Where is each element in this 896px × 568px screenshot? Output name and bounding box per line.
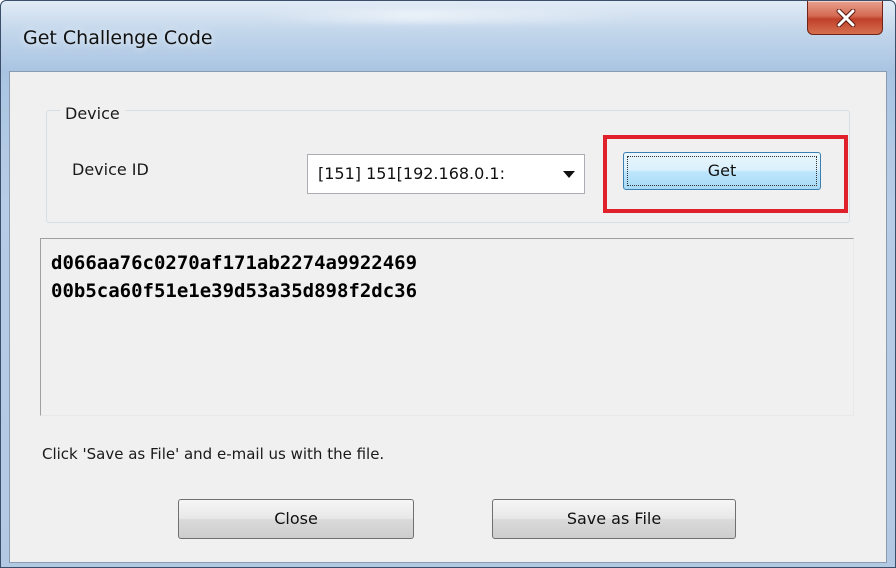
- challenge-code-line: d066aa76c0270af171ab2274a9922469: [51, 252, 418, 274]
- close-x-icon: [836, 9, 856, 27]
- title-bar[interactable]: Get Challenge Code: [1, 1, 895, 71]
- get-button[interactable]: Get: [623, 152, 821, 190]
- window-close-button[interactable]: [807, 1, 883, 35]
- save-as-file-button[interactable]: Save as File: [492, 499, 736, 539]
- device-id-select-value: [151] 151[192.168.0.1:: [318, 164, 505, 183]
- save-as-file-button-label: Save as File: [566, 509, 662, 528]
- get-button-label: Get: [707, 161, 737, 180]
- window-title: Get Challenge Code: [23, 27, 213, 49]
- instruction-text: Click 'Save as File' and e-mail us with …: [42, 445, 385, 463]
- challenge-code-line: 00b5ca60f51e1e39d53a35d898f2dc36: [51, 280, 418, 302]
- challenge-code-output[interactable]: d066aa76c0270af171ab2274a9922469 00b5ca6…: [40, 238, 854, 416]
- dialog-client-area: Device Device ID [151] 151[192.168.0.1: …: [9, 71, 887, 563]
- background-title-blur: [261, 9, 641, 23]
- device-id-select[interactable]: [151] 151[192.168.0.1:: [307, 154, 585, 194]
- close-button-label: Close: [274, 509, 318, 528]
- device-id-label: Device ID: [72, 160, 149, 179]
- chevron-down-icon[interactable]: [563, 171, 575, 179]
- close-button[interactable]: Close: [178, 499, 414, 539]
- device-group-label: Device: [60, 104, 125, 123]
- dialog-window: Get Challenge Code Device Device ID [151…: [0, 0, 896, 568]
